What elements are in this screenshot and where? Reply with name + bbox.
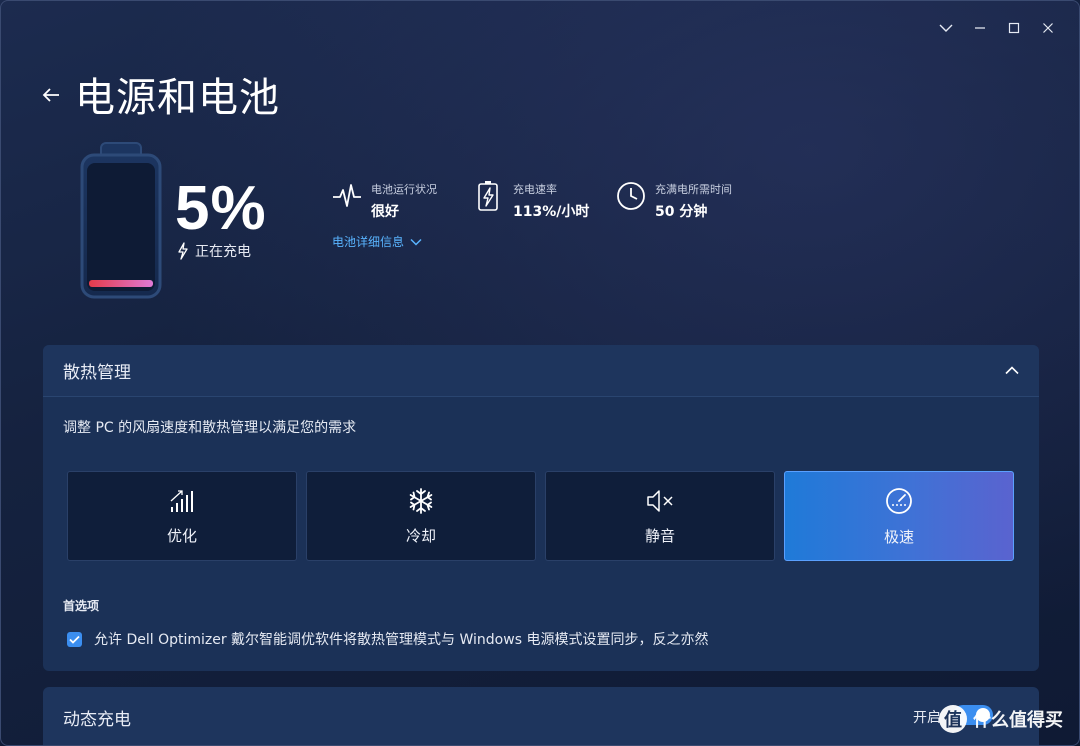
mode-optimized-button[interactable]: 优化 — [67, 471, 297, 561]
mode-ultra-performance-button[interactable]: 极速 — [784, 471, 1014, 561]
mode-label: 优化 — [166, 526, 197, 545]
checkmark-icon — [69, 635, 80, 644]
thermal-panel-header[interactable]: 散热管理 — [43, 345, 1039, 397]
charging-status-label: 正在充电 — [195, 244, 251, 260]
charging-status: 正在充电 — [177, 241, 251, 261]
stat-charge-rate: 充电速率 113%/小时 — [473, 179, 589, 221]
chevron-down-icon — [410, 238, 422, 246]
thermal-description: 调整 PC 的风扇速度和散热管理以满足您的需求 — [63, 420, 357, 436]
stat-time-to-full: 充满电所需时间 50 分钟 — [615, 179, 732, 221]
window-controls — [937, 19, 1057, 37]
thermal-mode-group: 优化 冷却 静音 极速 — [67, 471, 1014, 561]
signal-bars-icon — [170, 489, 193, 512]
page-title: 电源和电池 — [75, 75, 280, 121]
chevron-up-icon[interactable] — [1005, 366, 1019, 375]
battery-details-link[interactable]: 电池详细信息 — [332, 233, 422, 250]
mode-cool-button[interactable]: 冷却 — [306, 471, 536, 561]
mode-label: 静音 — [644, 526, 675, 545]
watermark: 值 什么值得买 — [939, 705, 1063, 733]
pulse-icon — [331, 179, 363, 213]
battery-level-fill — [89, 280, 153, 287]
mode-label: 冷却 — [405, 526, 436, 545]
mute-icon — [647, 489, 673, 512]
watermark-logo: 值 — [939, 705, 967, 733]
battery-details-label: 电池详细信息 — [332, 235, 405, 249]
speedometer-icon — [886, 487, 912, 514]
stat-label: 电池运行状况 — [371, 183, 437, 196]
chevron-down-icon[interactable] — [937, 19, 955, 37]
stat-value: 113%/小时 — [513, 204, 590, 220]
clock-icon — [615, 179, 647, 213]
sync-checkbox[interactable] — [67, 631, 82, 647]
mode-quiet-button[interactable]: 静音 — [545, 471, 775, 561]
stat-value: 50 分钟 — [655, 204, 708, 220]
battery-icon — [79, 141, 163, 301]
lightning-icon — [178, 242, 188, 260]
close-icon[interactable] — [1039, 19, 1057, 37]
watermark-text: 什么值得买 — [973, 710, 1063, 731]
charging-battery-icon — [473, 179, 505, 213]
battery-percent: 5% — [175, 174, 267, 243]
dynamic-charging-title: 动态充电 — [63, 710, 131, 730]
dynamic-charging-panel: 动态充电 开启 — [43, 687, 1039, 745]
maximize-icon[interactable] — [1005, 19, 1023, 37]
dynamic-charging-state: 开启 — [913, 710, 941, 726]
sync-option-row: 允许 Dell Optimizer 戴尔智能调优软件将散热管理模式与 Windo… — [67, 629, 708, 649]
stat-label: 充电速率 — [513, 183, 557, 196]
minimize-icon[interactable] — [971, 19, 989, 37]
app-window: 电源和电池 5% 正在充电 电池运行状况 很好 充电速率 113%/小时 充满电… — [0, 0, 1080, 746]
back-arrow-icon[interactable] — [39, 83, 63, 107]
mode-label: 极速 — [883, 527, 914, 546]
stat-value: 很好 — [371, 204, 399, 220]
thermal-panel-title: 散热管理 — [63, 363, 131, 383]
preferences-title: 首选项 — [63, 599, 100, 613]
thermal-management-panel: 散热管理 调整 PC 的风扇速度和散热管理以满足您的需求 优化 冷却 静音 极速… — [43, 345, 1039, 671]
sync-option-label: 允许 Dell Optimizer 戴尔智能调优软件将散热管理模式与 Windo… — [94, 632, 709, 648]
snowflake-icon — [409, 487, 433, 514]
stat-label: 充满电所需时间 — [655, 183, 732, 196]
stat-battery-health: 电池运行状况 很好 — [331, 179, 437, 221]
